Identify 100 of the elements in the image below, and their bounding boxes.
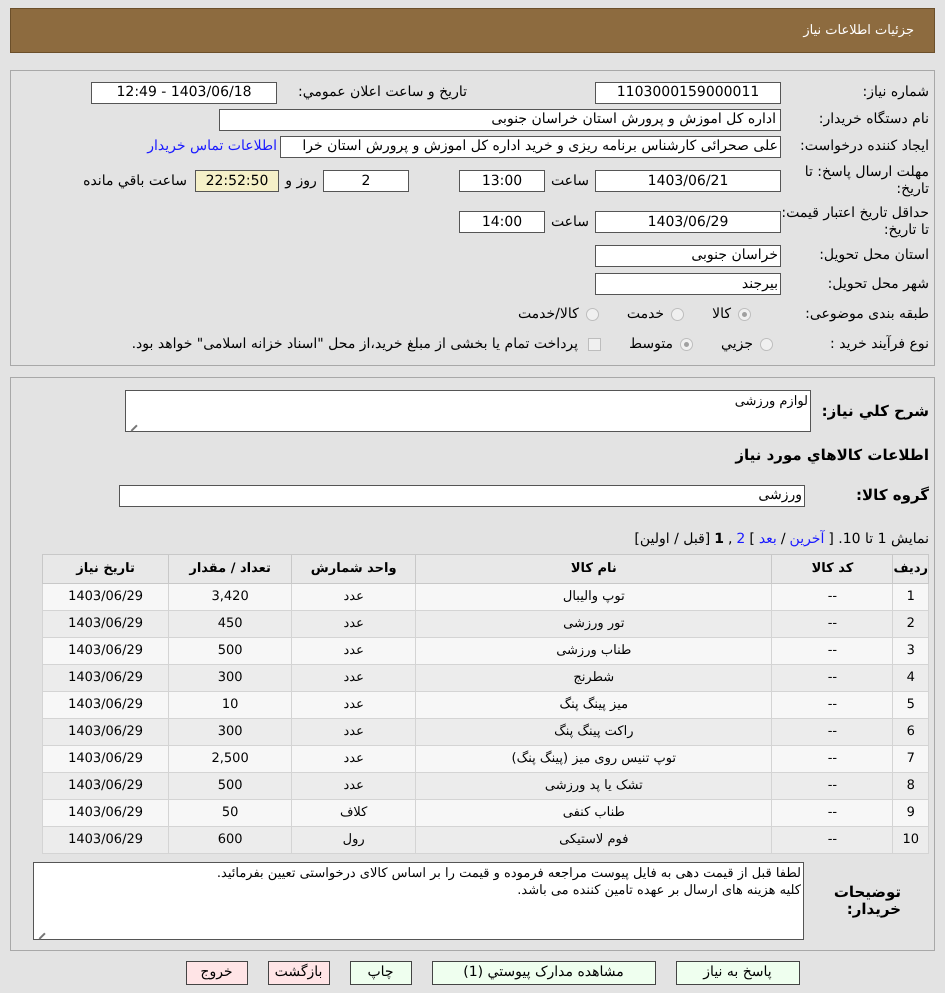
table-cell: کلاف <box>292 799 416 826</box>
field-label: گروه کالا: <box>855 487 929 504</box>
input-field[interactable]: اداره کل اموزش و پرورش استان خراسان جنوبی <box>219 108 781 130</box>
field-label: تاریخ و ساعت اعلان عمومي: <box>297 84 467 101</box>
input-field[interactable]: 1403/06/21 <box>595 170 781 192</box>
radio-button[interactable] <box>760 338 773 350</box>
page-header: جزئیات اطلاعات نیاز <box>10 8 935 53</box>
input-field[interactable]: 2 <box>323 170 409 192</box>
column-header: ردیف <box>892 554 928 583</box>
field-label: طبقه بندی موضوعی: <box>804 306 929 322</box>
action-button[interactable]: پاسخ به نیاز <box>676 960 800 984</box>
table-cell: عدد <box>292 583 416 610</box>
table-cell: -- <box>772 637 893 664</box>
input-field[interactable]: ورزشی <box>119 484 805 506</box>
text-area[interactable]: لطفا قبل از قیمت دهی به فایل پیوست مراجعه فرموده و قیمت را بر اساس کالای درخواستی تعیین بفرمائید. کلیه هزینه های ارسال بر عهده تامین کننده می باشد. <box>33 862 804 940</box>
contact-link[interactable]: اطلاعات تماس خریدار <box>147 136 277 157</box>
table-cell: عدد <box>292 637 416 664</box>
field-label: نوع فرآیند خرید : <box>829 336 929 352</box>
radio-label: خدمت <box>626 304 664 324</box>
input-field[interactable]: بیرجند <box>595 273 781 295</box>
table-cell: 1403/06/29 <box>42 583 169 610</box>
column-header: تعداد / مقدار <box>168 554 292 583</box>
radio-button[interactable] <box>586 308 599 320</box>
field-label: توضیحات خریدار: <box>832 884 902 918</box>
table-cell: 300 <box>168 664 292 691</box>
table-cell: عدد <box>292 718 416 745</box>
radio-label: متوسط <box>629 334 674 354</box>
column-header: تاریخ نیاز <box>42 554 169 583</box>
input-field[interactable]: علی صحرائی کارشناس برنامه ریزی و خرید اداره کل اموزش و پرورش استان خرا <box>280 136 781 158</box>
table-cell: -- <box>772 691 893 718</box>
pagination-text: , <box>728 530 732 548</box>
table-cell: 450 <box>168 610 292 637</box>
input-field[interactable]: 14:00 <box>459 211 545 233</box>
field-label: نام دستگاه خریدار: <box>818 111 929 128</box>
radio-button[interactable] <box>738 308 751 320</box>
checkbox[interactable] <box>588 338 602 350</box>
table-cell: 1 <box>892 583 928 610</box>
table-cell: 1403/06/29 <box>42 745 169 772</box>
section-heading: اطلاعات کالاهاي مورد نياز <box>735 445 929 466</box>
table-cell: راکت پینگ پنگ <box>416 718 772 745</box>
text-line: کلیه هزینه های ارسال بر عهده تامین کننده می باشد. <box>516 882 801 898</box>
pagination-link[interactable]: 2 <box>736 528 746 550</box>
table-cell: شطرنج <box>416 664 772 691</box>
table-cell: 7 <box>892 745 928 772</box>
table-cell: 500 <box>168 637 292 664</box>
table-cell: -- <box>772 583 893 610</box>
table-cell: 500 <box>168 772 292 799</box>
table-cell: 2,500 <box>168 745 292 772</box>
input-field[interactable]: 13:00 <box>459 170 545 192</box>
table-cell: 1403/06/29 <box>42 826 169 853</box>
table-cell: 50 <box>168 799 292 826</box>
table-cell: طناب ورزشی <box>416 637 772 664</box>
table-cell: 5 <box>892 691 928 718</box>
table-cell: توپ والیبال <box>416 583 772 610</box>
table-cell: 1403/06/29 <box>42 664 169 691</box>
pagination-link[interactable]: بعد <box>758 528 777 550</box>
action-button[interactable]: چاپ <box>350 960 412 984</box>
column-header: کد کالا <box>772 554 893 583</box>
radio-button[interactable] <box>671 308 684 320</box>
table-cell: 1403/06/29 <box>42 718 169 745</box>
table-cell: تشک یا پد ورزشی <box>416 772 772 799</box>
radio-button[interactable] <box>680 338 694 350</box>
action-button[interactable]: مشاهده مدارک پیوستي (1) <box>432 960 656 984</box>
table-cell: عدد <box>292 745 416 772</box>
remaining-label: ساعت باقي مانده <box>83 172 187 190</box>
field-label: استان محل تحویل: <box>818 247 929 264</box>
field-label: شهر محل تحویل: <box>826 276 929 292</box>
table-cell: فوم لاستیکی <box>416 826 772 853</box>
field-label: ساعت <box>550 214 590 230</box>
table-cell: -- <box>772 610 893 637</box>
pagination-link[interactable]: آخرین <box>790 528 824 550</box>
table-cell: عدد <box>292 691 416 718</box>
table-cell: 1403/06/29 <box>42 772 169 799</box>
column-header: نام کالا <box>416 554 772 583</box>
table-cell: 10 <box>168 691 292 718</box>
table-cell: 1403/06/29 <box>42 691 169 718</box>
payment-note: پرداخت تمام یا بخشی از مبلغ خرید،از محل "اسناد خزانه اسلامی" خواهد بود. <box>132 334 578 354</box>
input-field[interactable]: 1103000159000011 <box>595 82 781 104</box>
table-cell: عدد <box>292 610 416 637</box>
table-cell: 3,420 <box>168 583 292 610</box>
text-line: لوازم ورزشی <box>734 393 808 410</box>
field-label: شماره نیاز: <box>862 84 929 101</box>
input-field[interactable]: 1403/06/29 <box>595 211 781 233</box>
table-cell: عدد <box>292 664 416 691</box>
table-cell: -- <box>772 745 893 772</box>
field-label: روز و <box>284 172 318 190</box>
action-button[interactable]: بازگشت <box>268 960 330 984</box>
table-cell: 4 <box>892 664 928 691</box>
input-field[interactable]: 22:52:50 <box>195 170 279 192</box>
table-cell: عدد <box>292 772 416 799</box>
action-button[interactable]: خروج <box>186 960 248 984</box>
input-field[interactable]: 1403/06/18 - 12:49 <box>91 82 277 104</box>
table-cell: تور ورزشی <box>416 610 772 637</box>
text-area[interactable]: لوازم ورزشی <box>125 390 811 432</box>
table-cell: -- <box>772 826 893 853</box>
pagination-text: [قبل / اولین] <box>634 530 710 548</box>
input-field[interactable]: خراسان جنوبی <box>595 244 781 266</box>
table-cell: طناب کنفی <box>416 799 772 826</box>
radio-label: جزيي <box>721 334 753 354</box>
table-cell: -- <box>772 718 893 745</box>
